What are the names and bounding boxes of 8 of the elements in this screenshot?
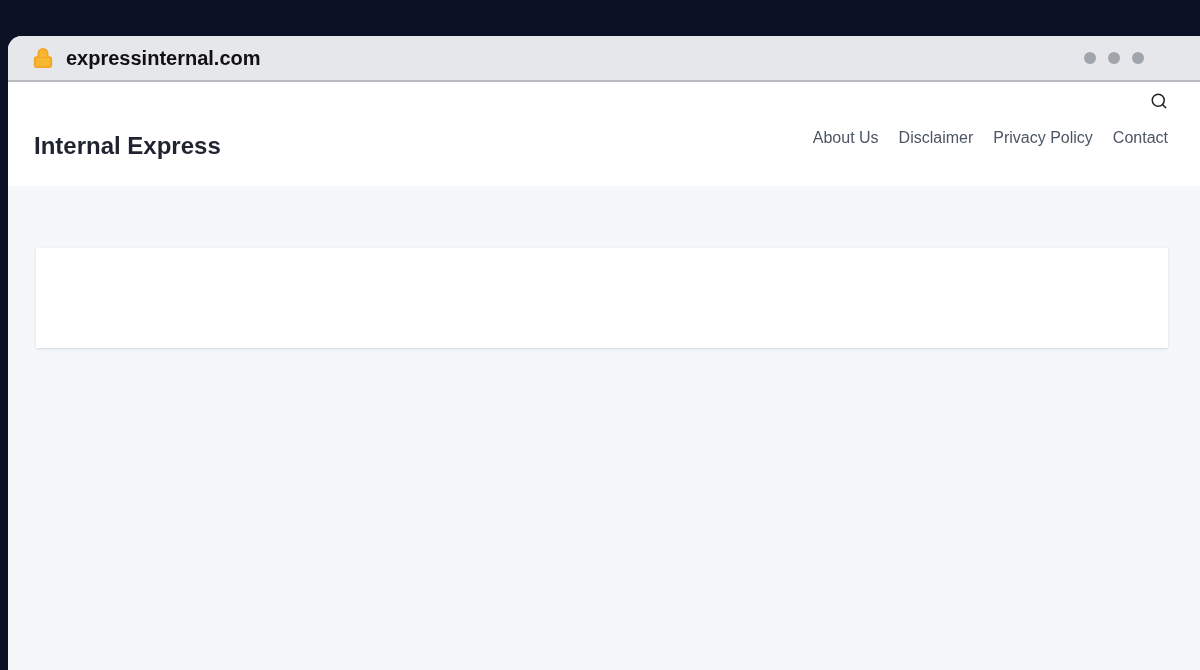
lock-icon <box>32 46 54 70</box>
site-title[interactable]: Internal Express <box>34 128 221 164</box>
nav-link[interactable]: Contact <box>1112 126 1168 150</box>
url-text[interactable]: expressinternal.com <box>66 43 261 73</box>
nav-link[interactable]: About Us <box>812 126 879 150</box>
nav-link[interactable]: Privacy Policy <box>993 126 1093 150</box>
search-icon[interactable] <box>1150 92 1168 110</box>
nav-link[interactable]: Disclaimer <box>898 126 974 150</box>
